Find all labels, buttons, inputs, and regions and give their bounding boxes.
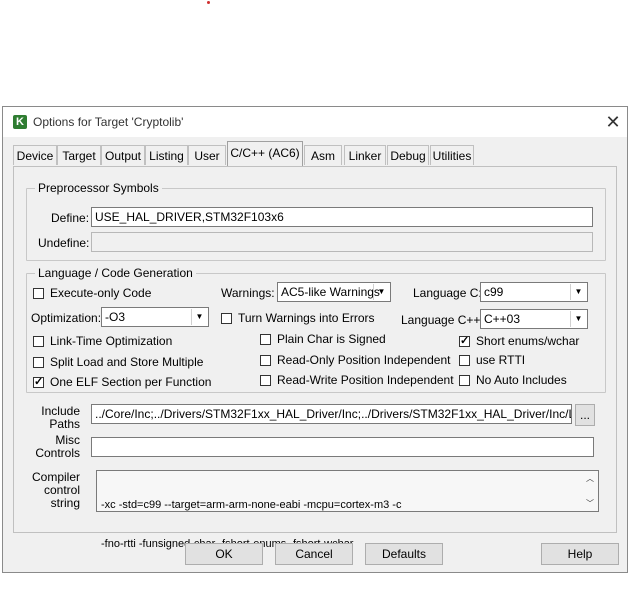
language-cpp-select[interactable]: C++03 ▼ bbox=[480, 309, 588, 329]
use-rtti-label: use RTTI bbox=[476, 353, 526, 367]
plain-char-box[interactable] bbox=[260, 333, 271, 345]
chevron-down-icon[interactable]: ▼ bbox=[570, 311, 586, 327]
plain-char-checkbox[interactable]: Plain Char is Signed bbox=[260, 332, 386, 346]
include-paths-label-line2: Paths bbox=[49, 417, 80, 431]
turn-warnings-box[interactable] bbox=[221, 312, 232, 324]
warnings-select[interactable]: AC5-like Warnings ▼ bbox=[277, 282, 391, 302]
rw-pi-box[interactable] bbox=[260, 374, 271, 386]
compiler-control-scrollbar[interactable]: ︿ ﹀ bbox=[583, 472, 597, 510]
language-c-value: c99 bbox=[484, 285, 504, 299]
no-auto-includes-label: No Auto Includes bbox=[476, 373, 567, 387]
one-elf-label: One ELF Section per Function bbox=[50, 375, 212, 389]
include-paths-label: Include Paths bbox=[32, 405, 80, 431]
chevron-down-icon[interactable]: ▼ bbox=[373, 284, 389, 300]
cancel-button[interactable]: Cancel bbox=[275, 543, 353, 565]
include-paths-field[interactable]: ../Core/Inc;../Drivers/STM32F1xx_HAL_Dri… bbox=[91, 404, 572, 424]
one-elf-box[interactable] bbox=[33, 375, 44, 388]
compiler-control-string: -xc -std=c99 --target=arm-arm-none-eabi … bbox=[96, 470, 599, 550]
tab-panel: Preprocessor Symbols Define: USE_HAL_DRI… bbox=[13, 166, 617, 550]
misc-controls-label-line2: Controls bbox=[35, 446, 80, 460]
no-auto-includes-box[interactable] bbox=[459, 374, 470, 386]
language-c-label: Language C: bbox=[413, 286, 482, 300]
ok-button[interactable]: OK bbox=[185, 543, 263, 565]
undefine-field[interactable] bbox=[91, 232, 593, 252]
language-cpp-label: Language C++: bbox=[401, 313, 484, 327]
optimization-select[interactable]: -O3 ▼ bbox=[101, 307, 209, 327]
misc-controls-label: Misc Controls bbox=[32, 434, 80, 460]
short-enums-box[interactable] bbox=[459, 334, 470, 347]
scroll-down-icon[interactable]: ﹀ bbox=[583, 497, 597, 510]
execute-only-label: Execute-only Code bbox=[50, 286, 152, 300]
ro-pi-checkbox[interactable]: Read-Only Position Independent bbox=[260, 353, 450, 367]
language-group: Language / Code Generation Execute-only … bbox=[26, 266, 606, 393]
button-bar: OK Cancel Defaults Help bbox=[3, 539, 627, 572]
execute-only-checkbox[interactable]: Execute-only Code bbox=[33, 286, 151, 300]
use-rtti-box[interactable] bbox=[459, 354, 470, 366]
keil-options-icon: K bbox=[13, 115, 27, 129]
close-icon[interactable]: ✕ bbox=[603, 112, 623, 132]
rw-pi-label: Read-Write Position Independent bbox=[277, 373, 454, 387]
tab-c-cpp[interactable]: C/C++ (AC6) bbox=[227, 141, 303, 166]
short-enums-label: Short enums/wchar bbox=[476, 334, 580, 348]
ro-pi-box[interactable] bbox=[260, 354, 271, 366]
warnings-value: AC5-like Warnings bbox=[281, 285, 380, 299]
split-load-checkbox[interactable]: Split Load and Store Multiple bbox=[33, 355, 203, 369]
help-button[interactable]: Help bbox=[541, 543, 619, 565]
warnings-label: Warnings: bbox=[221, 286, 275, 300]
tab-listing[interactable]: Listing bbox=[145, 145, 188, 165]
tab-device[interactable]: Device bbox=[13, 145, 57, 165]
link-time-box[interactable] bbox=[33, 335, 44, 347]
optimization-label: Optimization: bbox=[31, 311, 102, 325]
link-time-checkbox[interactable]: Link-Time Optimization bbox=[33, 334, 172, 348]
tab-target[interactable]: Target bbox=[57, 145, 101, 165]
chevron-down-icon[interactable]: ▼ bbox=[570, 284, 586, 300]
link-time-label: Link-Time Optimization bbox=[50, 334, 173, 348]
tab-debug[interactable]: Debug bbox=[387, 145, 429, 165]
split-load-label: Split Load and Store Multiple bbox=[50, 355, 204, 369]
include-paths-browse-button[interactable]: ... bbox=[575, 404, 595, 426]
turn-warnings-label: Turn Warnings into Errors bbox=[238, 311, 375, 325]
short-enums-checkbox[interactable]: Short enums/wchar bbox=[459, 334, 579, 348]
undefine-label: Undefine: bbox=[38, 236, 90, 250]
plain-char-label: Plain Char is Signed bbox=[277, 332, 386, 346]
optimization-value: -O3 bbox=[105, 310, 126, 324]
tab-linker[interactable]: Linker bbox=[344, 145, 386, 165]
rw-pi-checkbox[interactable]: Read-Write Position Independent bbox=[260, 373, 454, 387]
language-cpp-value: C++03 bbox=[484, 312, 521, 326]
define-label: Define: bbox=[51, 211, 90, 225]
split-load-box[interactable] bbox=[33, 356, 44, 368]
preprocessor-group-title: Preprocessor Symbols bbox=[35, 181, 162, 195]
stray-red-dot bbox=[207, 1, 210, 4]
defaults-button[interactable]: Defaults bbox=[365, 543, 443, 565]
one-elf-checkbox[interactable]: One ELF Section per Function bbox=[33, 375, 211, 389]
tab-utilities[interactable]: Utilities bbox=[430, 145, 474, 165]
chevron-down-icon[interactable]: ▼ bbox=[191, 309, 207, 325]
compiler-control-label: Compiler control string bbox=[32, 471, 80, 510]
tab-asm[interactable]: Asm bbox=[304, 145, 342, 165]
title-bar: K Options for Target 'Cryptolib' ✕ bbox=[3, 107, 627, 137]
options-dialog: K Options for Target 'Cryptolib' ✕ Devic… bbox=[2, 106, 628, 573]
compiler-control-label-line3: string bbox=[50, 496, 80, 510]
tab-user[interactable]: User bbox=[188, 145, 226, 165]
misc-controls-field[interactable] bbox=[91, 437, 594, 457]
compiler-control-line1: -xc -std=c99 --target=arm-arm-none-eabi … bbox=[101, 499, 402, 511]
ro-pi-label: Read-Only Position Independent bbox=[277, 353, 451, 367]
execute-only-box[interactable] bbox=[33, 287, 44, 299]
language-group-title: Language / Code Generation bbox=[35, 266, 196, 280]
use-rtti-checkbox[interactable]: use RTTI bbox=[459, 353, 525, 367]
turn-warnings-checkbox[interactable]: Turn Warnings into Errors bbox=[221, 311, 374, 325]
no-auto-includes-checkbox[interactable]: No Auto Includes bbox=[459, 373, 567, 387]
language-c-select[interactable]: c99 ▼ bbox=[480, 282, 588, 302]
define-field[interactable]: USE_HAL_DRIVER,STM32F103x6 bbox=[91, 207, 593, 227]
preprocessor-group: Preprocessor Symbols Define: USE_HAL_DRI… bbox=[26, 181, 606, 261]
scroll-up-icon[interactable]: ︿ bbox=[583, 472, 597, 485]
tab-output[interactable]: Output bbox=[101, 145, 145, 165]
window-title: Options for Target 'Cryptolib' bbox=[33, 115, 184, 129]
